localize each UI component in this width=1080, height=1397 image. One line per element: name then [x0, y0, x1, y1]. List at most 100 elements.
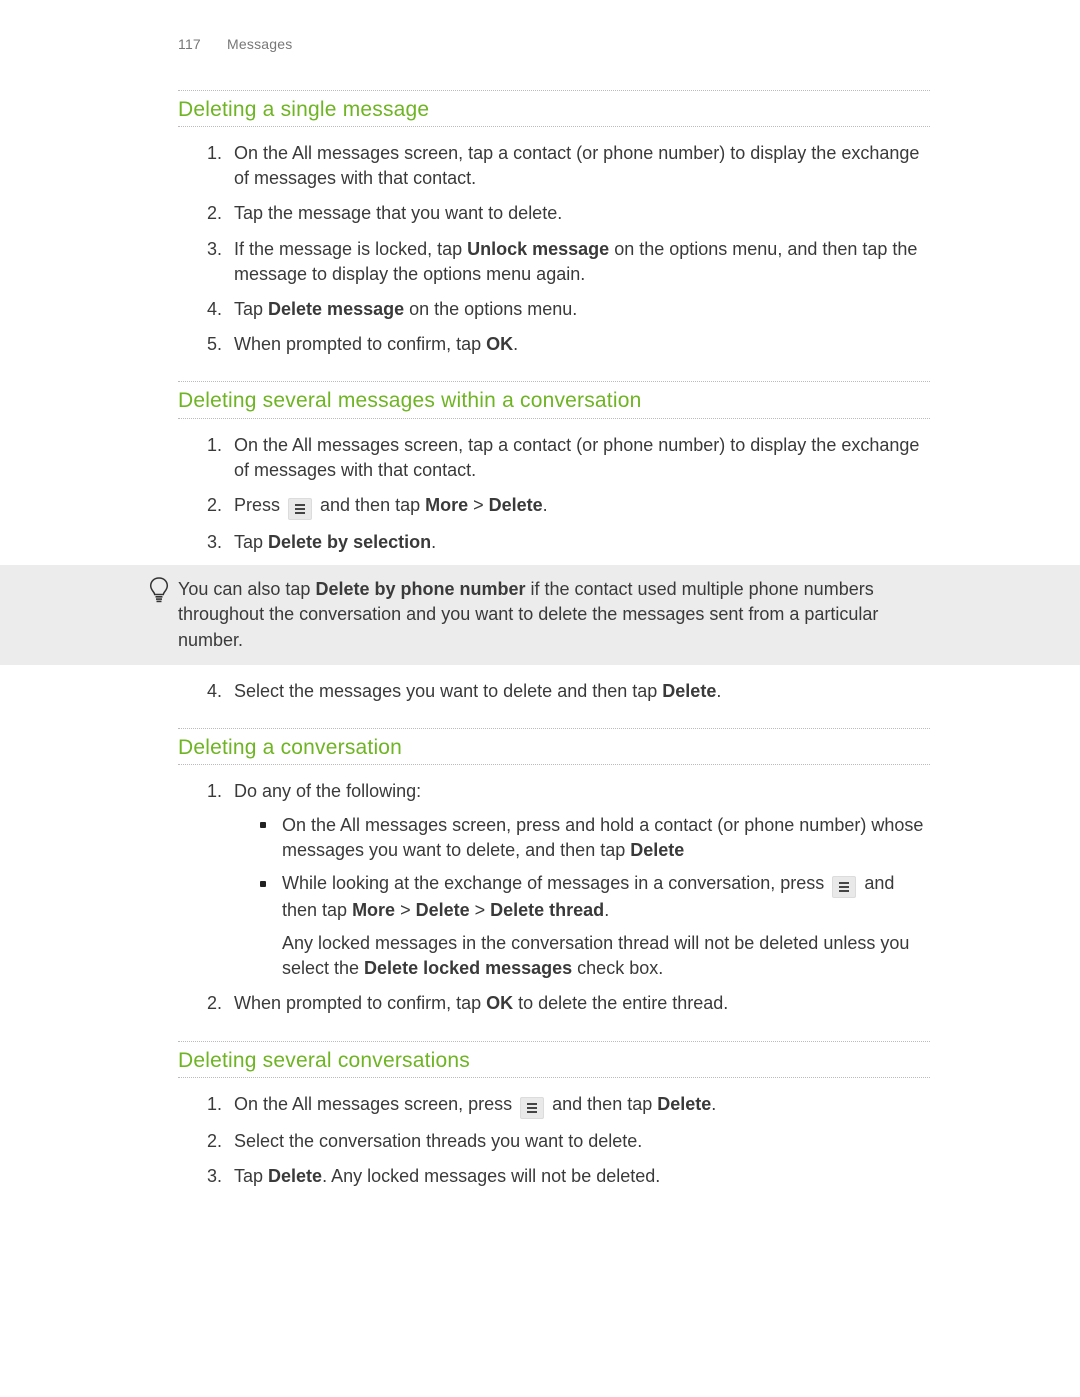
step-item: 3. Tap Delete by selection. — [228, 530, 930, 555]
section-rule — [178, 728, 930, 729]
step-list: 4. Select the messages you want to delet… — [178, 679, 930, 704]
step-text: On the All messages screen, tap a contac… — [234, 435, 919, 480]
running-header: 117 Messages — [178, 35, 930, 55]
step-list: 1. Do any of the following: On the All m… — [178, 779, 930, 1016]
step-number: 2. — [194, 493, 222, 518]
step-number: 2. — [194, 991, 222, 1016]
step-number: 1. — [194, 779, 222, 804]
step-text: Press — [234, 495, 285, 515]
step-item: 4. Tap Delete message on the options men… — [228, 297, 930, 322]
step-item: 2. Select the conversation threads you w… — [228, 1129, 930, 1154]
step-text: . Any locked messages will not be delete… — [322, 1166, 660, 1186]
step-text: Tap the message that you want to delete. — [234, 203, 562, 223]
inline-bold: Unlock message — [467, 239, 609, 259]
step-item: 1. On the All messages screen, press and… — [228, 1092, 930, 1119]
step-text: on the options menu. — [404, 299, 577, 319]
inline-bold: More — [352, 900, 395, 920]
section-title: Deleting a conversation — [178, 733, 402, 762]
step-item: 4. Select the messages you want to delet… — [228, 679, 930, 704]
step-number: 3. — [194, 237, 222, 262]
step-text: Tap — [234, 299, 268, 319]
sub-paragraph: Any locked messages in the conversation … — [282, 931, 930, 981]
bullet-item: On the All messages screen, press and ho… — [260, 813, 930, 863]
bullet-text: > — [470, 900, 491, 920]
step-item: 3. If the message is locked, tap Unlock … — [228, 237, 930, 287]
inline-bold: Delete locked messages — [364, 958, 572, 978]
menu-icon — [288, 498, 312, 520]
step-item: 3. Tap Delete. Any locked messages will … — [228, 1164, 930, 1189]
step-item: 1. On the All messages screen, tap a con… — [228, 141, 930, 191]
step-text: Tap — [234, 1166, 268, 1186]
inline-bold: Delete — [657, 1094, 711, 1114]
step-text: Select the conversation threads you want… — [234, 1131, 642, 1151]
inline-bold: OK — [486, 993, 513, 1013]
page-number: 117 — [178, 36, 201, 52]
menu-icon — [520, 1097, 544, 1119]
step-number: 1. — [194, 141, 222, 166]
step-item: 5. When prompted to confirm, tap OK. — [228, 332, 930, 357]
step-text: and then tap — [315, 495, 425, 515]
step-item: 1. Do any of the following: On the All m… — [228, 779, 930, 981]
bullet-item: While looking at the exchange of message… — [260, 871, 930, 923]
step-text: . — [716, 681, 721, 701]
inline-bold: Delete — [268, 1166, 322, 1186]
step-text: . — [431, 532, 436, 552]
step-list: 1. On the All messages screen, tap a con… — [178, 141, 930, 357]
step-text: Select the messages you want to delete a… — [234, 681, 662, 701]
inline-bold: More — [425, 495, 468, 515]
tip-text-part: You can also tap — [178, 579, 315, 599]
inline-bold: Delete — [630, 840, 684, 860]
inline-bold: Delete by phone number — [315, 579, 525, 599]
step-text: On the All messages screen, press — [234, 1094, 517, 1114]
document-page: 117 Messages Deleting a single message 1… — [0, 0, 1080, 1397]
bullet-text: . — [604, 900, 609, 920]
step-number: 1. — [194, 433, 222, 458]
step-number: 4. — [194, 679, 222, 704]
inline-bold: Delete by selection — [268, 532, 431, 552]
step-text: and then tap — [547, 1094, 657, 1114]
bullet-text: > — [395, 900, 416, 920]
inline-bold: Delete message — [268, 299, 404, 319]
step-text: When prompted to confirm, tap — [234, 993, 486, 1013]
bullet-list: On the All messages screen, press and ho… — [260, 813, 930, 924]
step-number: 2. — [194, 201, 222, 226]
step-text: If the message is locked, tap — [234, 239, 467, 259]
chapter-title: Messages — [227, 36, 292, 52]
section-rule — [178, 381, 930, 382]
step-number: 3. — [194, 1164, 222, 1189]
menu-icon — [832, 876, 856, 898]
step-item: 1. On the All messages screen, tap a con… — [228, 433, 930, 483]
step-text: When prompted to confirm, tap — [234, 334, 486, 354]
step-item: 2. Tap the message that you want to dele… — [228, 201, 930, 226]
step-text: . — [711, 1094, 716, 1114]
inline-bold: Delete — [662, 681, 716, 701]
step-list: 1. On the All messages screen, press and… — [178, 1092, 930, 1189]
section-rule — [178, 1041, 930, 1042]
section-rule — [178, 90, 930, 91]
section-heading: Deleting several messages within a conve… — [178, 386, 930, 418]
step-text: . — [543, 495, 548, 515]
tip-text: You can also tap Delete by phone number … — [178, 577, 930, 653]
section-heading: Deleting a conversation — [178, 733, 930, 765]
sub-text: check box. — [572, 958, 663, 978]
step-item: 2. When prompted to confirm, tap OK to d… — [228, 991, 930, 1016]
step-text: to delete the entire thread. — [513, 993, 728, 1013]
section-title: Deleting several conversations — [178, 1046, 470, 1075]
step-text: Do any of the following: — [234, 781, 421, 801]
step-text: Tap — [234, 532, 268, 552]
step-number: 4. — [194, 297, 222, 322]
inline-bold: Delete — [416, 900, 470, 920]
step-text: > — [468, 495, 489, 515]
bullet-text: On the All messages screen, press and ho… — [282, 815, 923, 860]
step-text: . — [513, 334, 518, 354]
inline-bold: OK — [486, 334, 513, 354]
step-text: On the All messages screen, tap a contac… — [234, 143, 919, 188]
section-title: Deleting several messages within a conve… — [178, 386, 641, 415]
step-number: 1. — [194, 1092, 222, 1117]
tip-callout: You can also tap Delete by phone number … — [0, 565, 1080, 665]
section-title: Deleting a single message — [178, 95, 429, 124]
step-number: 3. — [194, 530, 222, 555]
section-heading: Deleting several conversations — [178, 1046, 930, 1078]
section-heading: Deleting a single message — [178, 95, 930, 127]
step-item: 2. Press and then tap More > Delete. — [228, 493, 930, 520]
